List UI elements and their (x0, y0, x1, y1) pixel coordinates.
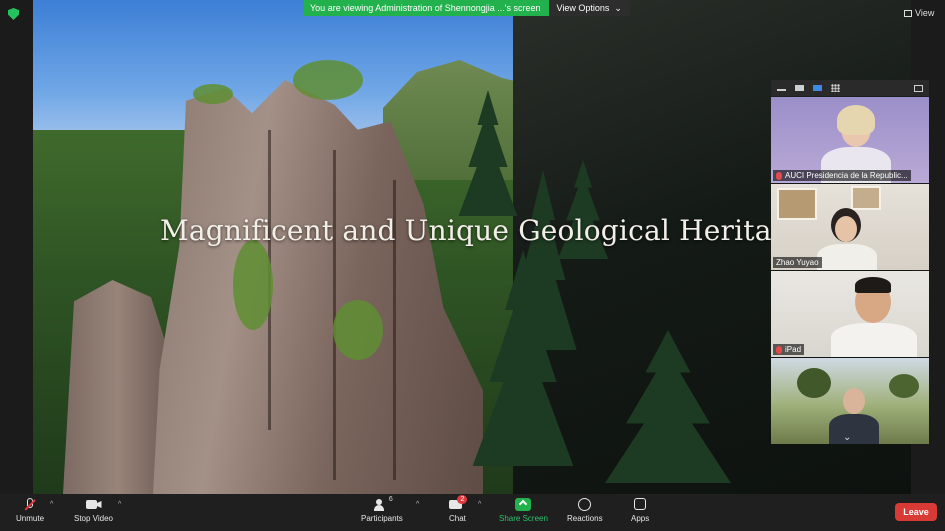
meeting-stage: Magnificent and Unique Geological Herita… (0, 0, 945, 494)
participant-name: Zhao Yuyao (776, 258, 819, 267)
participant-name-tag: AUCI Presidencia de la Republic... (773, 170, 911, 181)
view-options-button[interactable]: View Options ⌄ (548, 0, 630, 16)
gallery-toolbar (771, 80, 929, 96)
participants-label: Participants (361, 514, 403, 523)
stop-video-button[interactable]: Stop Video (74, 498, 113, 523)
stop-video-label: Stop Video (74, 514, 113, 523)
view-icon (904, 9, 912, 17)
apps-label: Apps (631, 514, 650, 523)
reactions-button[interactable]: Reactions (567, 498, 603, 523)
moss-patch (293, 60, 363, 100)
unmute-button[interactable]: Unmute (16, 498, 44, 523)
encryption-shield-icon[interactable] (8, 8, 19, 20)
unmute-label: Unmute (16, 514, 45, 523)
viewing-text: You are viewing Administration of Shenno… (310, 3, 541, 13)
chat-options-caret[interactable]: ^ (478, 501, 481, 508)
view-label: View (915, 8, 935, 18)
participants-icon: 6 (373, 496, 393, 511)
muted-mic-icon (776, 345, 782, 354)
wall-painting (851, 186, 881, 210)
participant-name: iPad (785, 345, 802, 354)
participant-face (843, 388, 865, 414)
meeting-toolbar: Unmute ^ Stop Video ^ 6 Participants ^ 2… (0, 494, 945, 531)
participant-body (817, 244, 877, 270)
video-tile[interactable]: iPad (771, 271, 929, 357)
viewing-notice: You are viewing Administration of Shenno… (304, 0, 549, 16)
share-screen-button[interactable]: Share Screen (499, 498, 548, 523)
gallery-grid-icon[interactable] (831, 84, 840, 92)
minimize-icon[interactable] (777, 89, 786, 91)
participants-options-caret[interactable]: ^ (416, 501, 419, 508)
video-camera-icon (85, 498, 102, 511)
view-options-label: View Options (556, 3, 610, 13)
apps-button[interactable]: Apps (631, 498, 649, 523)
chat-badge: 2 (457, 495, 468, 504)
chevron-down-icon: ⌄ (614, 2, 622, 13)
slide-headline: Magnificent and Unique Geological Herita… (160, 214, 807, 247)
exit-fullscreen-icon[interactable] (914, 84, 923, 92)
strip-view-icon[interactable] (813, 85, 822, 91)
wall-painting (777, 188, 817, 220)
share-screen-icon (515, 498, 532, 511)
speaker-view-icon[interactable] (795, 85, 804, 91)
moss-patch (233, 240, 273, 330)
moss-patch (333, 300, 383, 360)
muted-microphone-icon (22, 498, 38, 511)
participant-body (831, 323, 917, 357)
chevron-down-icon[interactable]: ⌄ (843, 432, 851, 443)
chat-bubble-icon: 2 (449, 495, 468, 511)
share-screen-label: Share Screen (499, 514, 548, 523)
video-gallery: AUCI Presidencia de la Republic... Zhao … (771, 80, 929, 448)
apps-icon (632, 498, 648, 511)
view-button[interactable]: View (904, 8, 934, 18)
moss-patch (193, 84, 233, 104)
viewing-banner: You are viewing Administration of Shenno… (304, 0, 630, 16)
participant-name-tag: Zhao Yuyao (773, 257, 822, 268)
video-tile[interactable]: AUCI Presidencia de la Republic... (771, 97, 929, 183)
chat-button[interactable]: 2 Chat (449, 495, 468, 523)
participant-face (835, 216, 857, 242)
chat-label: Chat (449, 514, 466, 523)
audio-options-caret[interactable]: ^ (50, 501, 53, 508)
participants-count: 6 (388, 496, 393, 503)
muted-mic-icon (776, 171, 782, 180)
participant-name: AUCI Presidencia de la Republic... (785, 171, 908, 180)
participant-body (829, 414, 879, 444)
participant-hair (837, 105, 875, 135)
participants-button[interactable]: 6 Participants (361, 496, 403, 523)
tree-background (797, 368, 831, 398)
participant-name-tag: iPad (773, 344, 805, 355)
tree-background (889, 374, 919, 398)
reactions-label: Reactions (567, 514, 603, 523)
participant-hair (855, 277, 891, 293)
smiley-icon (577, 498, 593, 511)
video-options-caret[interactable]: ^ (118, 501, 121, 508)
leave-button[interactable]: Leave (895, 503, 937, 521)
video-tile[interactable]: Zhao Yuyao (771, 184, 929, 270)
